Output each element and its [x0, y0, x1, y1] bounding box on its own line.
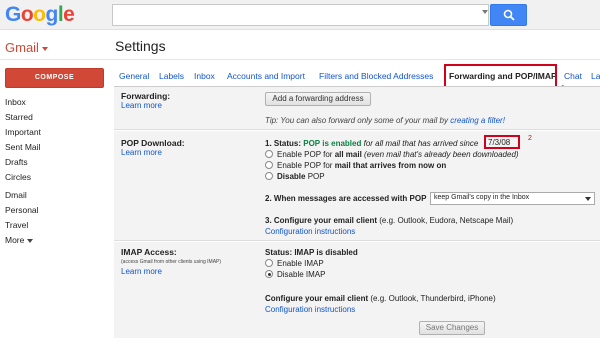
search-input[interactable]: [112, 4, 489, 26]
more-label: More: [5, 235, 25, 245]
pop-learn-more-link[interactable]: Learn more: [121, 148, 162, 157]
pop-configure: 3. Configure your email client (e.g. Out…: [265, 216, 513, 225]
create-filter-link[interactable]: creating a filter!: [450, 116, 505, 125]
tab-filters-and-blocked-addresses[interactable]: Filters and Blocked Addresses: [319, 71, 433, 81]
google-logo[interactable]: Google: [5, 3, 75, 27]
chevron-down-icon: [41, 46, 48, 51]
imap-configure-note: (e.g. Outlook, Thunderbird, iPhone): [370, 294, 496, 303]
forwarding-learn-more-link[interactable]: Learn more: [121, 101, 162, 110]
save-changes-button[interactable]: Save Changes: [419, 321, 485, 335]
annotation-box-tab: [444, 64, 557, 88]
imap-access-label: IMAP Access:: [121, 247, 177, 257]
pop-from-now-radio[interactable]: [265, 161, 273, 169]
tip-text: Tip: You can also forward only some of y…: [265, 116, 448, 125]
pop-status-value: POP is enabled: [303, 139, 362, 148]
imap-disable-label: Disable IMAP: [277, 270, 326, 279]
tab-accounts-and-import[interactable]: Accounts and Import: [227, 71, 305, 81]
compose-button[interactable]: COMPOSE: [5, 68, 104, 88]
logo-letter: e: [63, 3, 75, 26]
pop-status-suffix: for all mail that has arrived since: [363, 139, 479, 148]
option-bold: all mail: [334, 150, 362, 159]
imap-configure: Configure your email client (e.g. Outloo…: [265, 294, 496, 303]
pop-status: 1. Status: POP is enabled for all mail t…: [265, 139, 478, 148]
chevron-down-icon: [585, 197, 591, 201]
logo-letter: G: [5, 3, 21, 26]
page-title: Settings: [115, 38, 166, 54]
pop-download-label: POP Download:: [121, 138, 185, 148]
sidebar-item-dmail[interactable]: Dmail: [5, 190, 27, 200]
option-bold: Disable: [277, 172, 306, 181]
sidebar-item-personal[interactable]: Personal: [5, 205, 39, 215]
pop-option-all-mail: Enable POP for all mail (even mail that'…: [277, 150, 519, 159]
header-divider: [0, 59, 600, 60]
annotation-number: 2: [528, 135, 532, 142]
search-options-caret-icon[interactable]: [482, 10, 488, 14]
pop-configure-note: (e.g. Outlook, Eudora, Netscape Mail): [379, 216, 514, 225]
logo-letter: g: [45, 3, 59, 26]
annotation-box-date: [484, 135, 520, 149]
imap-enable-label: Enable IMAP: [277, 259, 324, 268]
tab-general[interactable]: General: [119, 71, 149, 81]
sidebar-item-starred[interactable]: Starred: [5, 112, 33, 122]
sidebar-item-inbox[interactable]: Inbox: [5, 97, 26, 107]
pop-option-disable: Disable POP: [277, 172, 325, 181]
sidebar-item-sent-mail[interactable]: Sent Mail: [5, 142, 40, 152]
pop-disable-radio[interactable]: [265, 172, 273, 180]
pop-configure-label: 3. Configure your email client: [265, 216, 378, 225]
logo-letter: o: [33, 3, 46, 26]
sidebar-item-travel[interactable]: Travel: [5, 220, 28, 230]
gmail-label: Gmail: [5, 40, 39, 55]
imap-configuration-instructions-link[interactable]: Configuration instructions: [265, 305, 355, 314]
option-bold: mail that arrives from now on: [334, 161, 447, 170]
sidebar-item-drafts[interactable]: Drafts: [5, 157, 28, 167]
forwarding-label: Forwarding:: [121, 91, 171, 101]
tab-labels[interactable]: Labels: [159, 71, 184, 81]
pop-configuration-instructions-link[interactable]: Configuration instructions: [265, 227, 355, 236]
sidebar-item-important[interactable]: Important: [5, 127, 41, 137]
imap-configure-label: Configure your email client: [265, 294, 369, 303]
imap-enable-radio[interactable]: [265, 259, 273, 267]
tab-inbox[interactable]: Inbox: [194, 71, 215, 81]
pop-option-from-now: Enable POP for mail that arrives from no…: [277, 161, 446, 170]
tab-chat[interactable]: Chat: [564, 71, 582, 81]
search-button[interactable]: [490, 4, 527, 26]
pop-action-select[interactable]: keep Gmail's copy in the Inbox: [430, 192, 595, 205]
imap-disable-radio[interactable]: [265, 270, 273, 278]
chevron-down-icon: [27, 238, 34, 243]
option-note: (even mail that's already been downloade…: [364, 150, 519, 159]
gmail-menu[interactable]: Gmail: [5, 40, 48, 55]
magnifier-icon: [503, 9, 515, 21]
pop-all-mail-radio[interactable]: [265, 150, 273, 158]
forwarding-tip: Tip: You can also forward only some of y…: [265, 116, 505, 125]
option-text: POP: [307, 172, 325, 181]
sidebar-item-circles[interactable]: Circles: [5, 172, 31, 182]
pop-status-prefix: 1. Status:: [265, 139, 302, 148]
sidebar-item-more[interactable]: More: [5, 235, 34, 245]
pop-action-selected: keep Gmail's copy in the Inbox: [434, 194, 530, 201]
imap-status: Status: IMAP is disabled: [265, 248, 358, 257]
imap-note: (access Gmail from other clients using I…: [121, 259, 222, 265]
option-text: Enable POP for: [277, 150, 333, 159]
imap-learn-more-link[interactable]: Learn more: [121, 267, 162, 276]
add-forwarding-address-button[interactable]: Add a forwarding address: [265, 92, 371, 106]
pop-when-accessed-label: 2. When messages are accessed with POP: [265, 194, 427, 203]
option-text: Enable POP for: [277, 161, 333, 170]
tab-labs[interactable]: La: [591, 71, 600, 81]
logo-letter: o: [20, 3, 34, 26]
